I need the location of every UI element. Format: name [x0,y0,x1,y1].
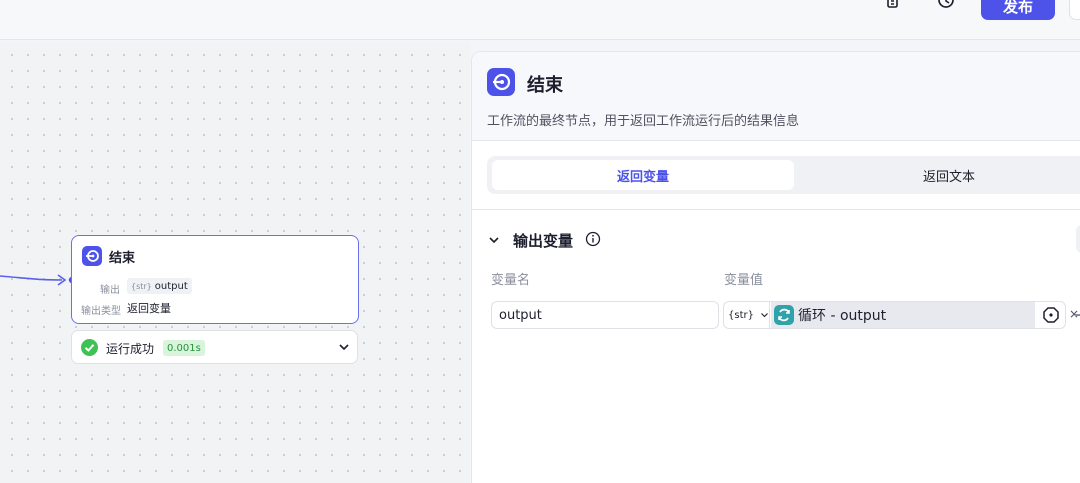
variable-value-field[interactable]: {str} 循环 - output × [723,301,1079,329]
node-output-type-tag: {str} [131,281,152,291]
variable-name-input[interactable] [491,301,719,329]
success-check-icon [81,339,98,356]
end-node[interactable]: 结束 输出 {str} output 输出类型 返回变量 [71,235,359,324]
node-output-label: 输出 [100,285,120,296]
tab-return-text[interactable]: 返回文本 [794,160,1080,190]
more-button[interactable] [1069,0,1080,20]
value-type-tag: {str} [728,309,754,321]
chevron-down-icon[interactable] [488,234,500,246]
publish-button[interactable]: 发布 [981,0,1055,20]
end-node-icon [487,68,515,96]
variable-picker-icon[interactable] [1042,306,1060,324]
value-type-select[interactable]: {str} [724,302,770,328]
section-title: 输出变量 [513,232,574,250]
column-header-name: 变量名 [491,273,531,288]
variable-reference-chip[interactable]: 循环 - output × [771,302,1079,328]
remove-row-icon[interactable] [1075,314,1080,316]
column-header-value: 变量值 [724,273,764,288]
info-icon[interactable] [585,231,601,247]
chevron-down-icon [761,313,768,318]
run-status-bar[interactable]: 运行成功 0.001s [71,330,358,364]
node-output-kind-value: 返回变量 [127,302,171,315]
run-status-label: 运行成功 [106,342,155,356]
end-node-title: 结束 [109,251,136,266]
panel-description: 工作流的最终节点，用于返回工作流运行后的结果信息 [487,114,800,129]
run-duration-badge: 0.001s [163,340,205,356]
copy-icon[interactable] [882,0,904,14]
panel-header: 结束 工作流的最终节点，用于返回工作流运行后的结果信息 [472,52,1080,141]
node-output-kind-label: 输出类型 [81,306,121,317]
node-output-name: output [154,280,188,292]
divider [472,209,1080,210]
node-config-panel: 结束 工作流的最终节点，用于返回工作流运行后的结果信息 返回变量 返回文本 输出… [471,51,1080,483]
history-icon[interactable] [935,0,957,14]
top-toolbar: 发布 [0,0,1080,40]
end-node-icon [82,246,102,266]
loop-icon [774,305,794,325]
tab-return-variable[interactable]: 返回变量 [492,160,794,190]
chevron-down-icon[interactable] [338,341,350,353]
return-mode-tabs: 返回变量 返回文本 [487,156,1080,194]
node-output-chip: {str} output [127,278,192,294]
workflow-canvas[interactable]: 结束 输出 {str} output 输出类型 返回变量 运行成功 0.001s [0,41,470,483]
add-variable-button[interactable] [1076,225,1080,253]
panel-title: 结束 [527,75,563,96]
variable-reference-text: 循环 - output [798,308,887,324]
